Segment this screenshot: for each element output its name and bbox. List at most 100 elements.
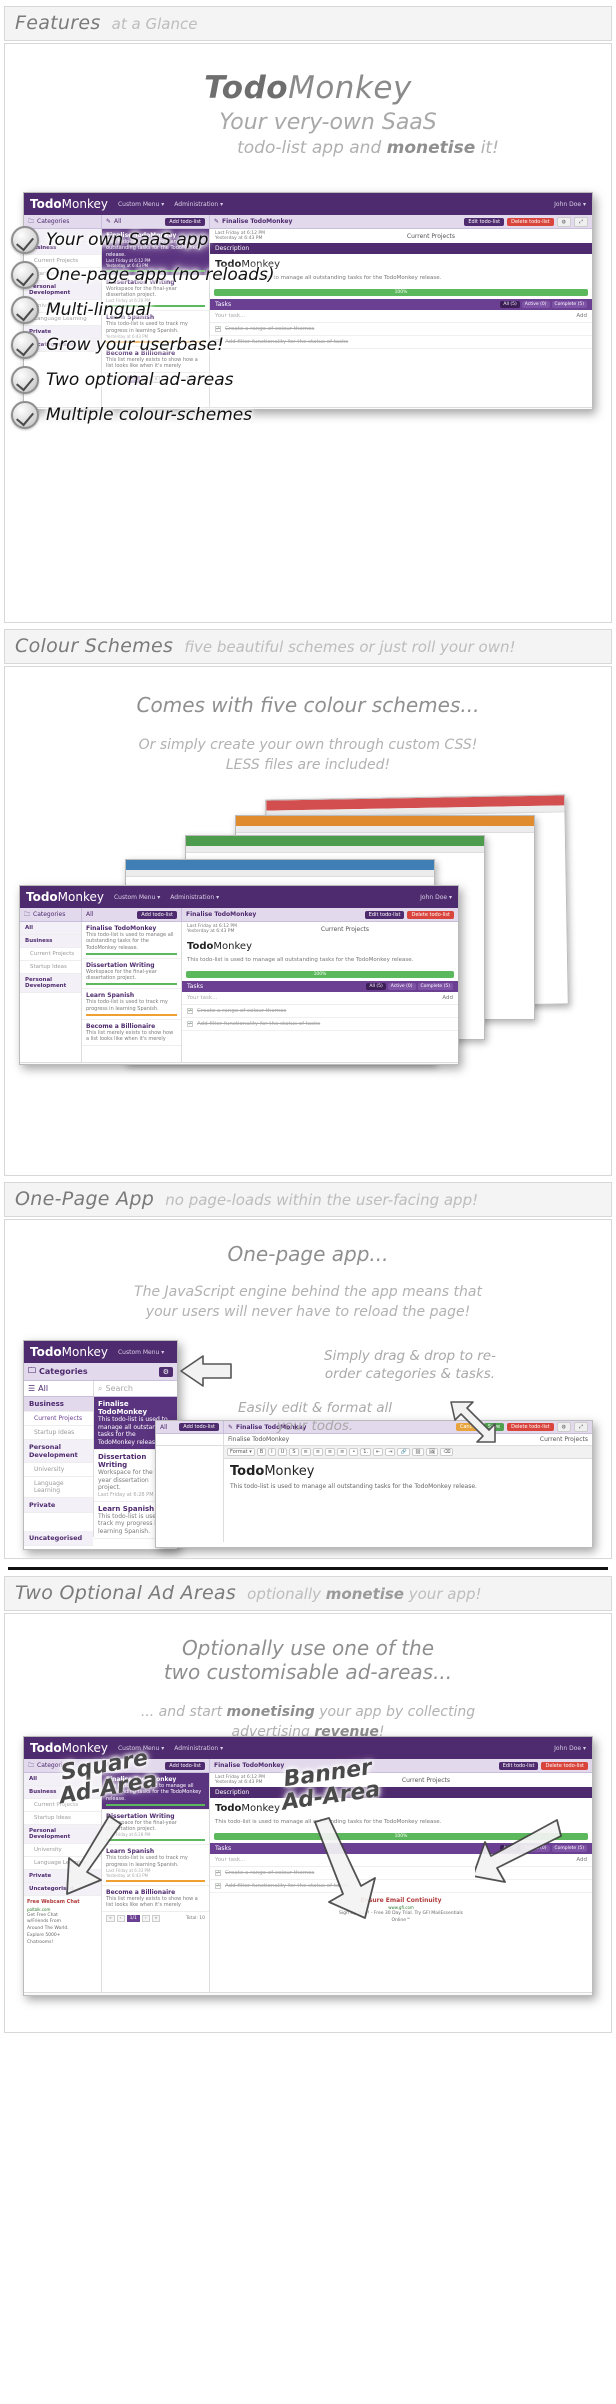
globe-icon-button[interactable]: ◍ xyxy=(556,216,571,227)
hero-tagline-2: todo-list app and monetise it! xyxy=(5,138,611,158)
task-add-button[interactable]: Add xyxy=(576,313,587,319)
align-left-button[interactable]: ≡ xyxy=(300,1448,311,1456)
task-checkbox[interactable]: ✓ xyxy=(215,1882,221,1889)
task-checkbox[interactable]: ✓ xyxy=(187,1020,193,1027)
align-center-button[interactable]: ≡ xyxy=(312,1448,323,1456)
nav-custom-menu[interactable]: Custom Menu ▾ xyxy=(118,201,164,208)
category-personal-development[interactable]: Personal Development xyxy=(24,1440,93,1463)
add-todo-list-button[interactable]: Add todo-list xyxy=(137,910,177,919)
filter-complete[interactable]: Complete (5) xyxy=(417,982,453,990)
subbar-all[interactable]: All Add todo-list xyxy=(82,908,182,921)
align-right-button[interactable]: ≡ xyxy=(324,1448,336,1456)
onepage-copy: One-page app... The JavaScript engine be… xyxy=(5,1220,611,1323)
delete-todo-list-button[interactable]: Delete todo-list xyxy=(507,1423,554,1431)
clear-format-button[interactable]: ⌫ xyxy=(440,1448,454,1456)
filter-complete[interactable]: Complete (5) xyxy=(551,300,587,308)
pager-current[interactable]: 1/1 xyxy=(126,1915,140,1923)
filter-all[interactable]: All (5) xyxy=(366,982,386,990)
subbar-categories[interactable]: 🗀 Categories ⚙ xyxy=(24,1363,177,1380)
bullet-list-button[interactable]: • xyxy=(349,1448,359,1456)
task-add-button[interactable]: Add xyxy=(442,995,453,1001)
category-uncategorised[interactable]: Uncategorised xyxy=(24,1531,93,1546)
italic-button[interactable]: I xyxy=(268,1448,276,1456)
task-checkbox[interactable]: ✓ xyxy=(215,1869,221,1876)
folder-icon: 🗀 xyxy=(24,910,31,918)
filter-active[interactable]: Active (0) xyxy=(387,982,416,990)
app-screenshot-editor: All Add todo-list ✎ Finalise TodoMonkey … xyxy=(155,1420,593,1548)
editor-content[interactable]: TodoMonkey This todo-list is used to man… xyxy=(224,1459,592,1495)
category-all[interactable]: All xyxy=(20,922,81,935)
pager-last[interactable]: » xyxy=(151,1915,161,1923)
pager-prev[interactable]: ‹ xyxy=(116,1915,125,1923)
todo-item-spanish[interactable]: Learn Spanish This todo-list is used to … xyxy=(82,989,181,1020)
nav-administration[interactable]: Administration ▾ xyxy=(174,201,223,208)
edit-todo-list-button[interactable]: Edit todo-list xyxy=(498,1761,539,1770)
subbar-categories[interactable]: 🗀 Categories xyxy=(20,908,82,921)
nav-custom-menu[interactable]: Custom Menu ▾ xyxy=(114,894,160,901)
task-row[interactable]: ✓ Create a range of colour themes xyxy=(182,1005,458,1018)
category-business[interactable]: Business xyxy=(24,1397,93,1412)
delete-todo-list-button[interactable]: Delete todo-list xyxy=(541,1761,588,1770)
banner-ad-line1: Sign Up Now! - Free 30 Day Trial. Try GF… xyxy=(339,1910,463,1916)
detail-category: Current Projects xyxy=(401,1776,451,1784)
task-checkbox[interactable]: ✓ xyxy=(187,1007,193,1014)
subbar-all-label: All xyxy=(114,218,122,225)
nav-administration[interactable]: Administration ▾ xyxy=(174,1745,223,1752)
gear-icon-button[interactable]: ⚙ xyxy=(158,1366,173,1377)
pager-next[interactable]: › xyxy=(141,1915,150,1923)
task-add-button[interactable]: Add xyxy=(576,1857,587,1863)
colours-copy: Comes with five colour schemes... Or sim… xyxy=(5,667,611,776)
todo-list-column: Finalise TodoMonkey This todo-list is us… xyxy=(82,922,182,1062)
task-input-row[interactable]: Your task... Add xyxy=(182,992,458,1005)
category-startup-ideas[interactable]: Startup Ideas xyxy=(20,961,81,974)
category-current-projects[interactable]: Current Projects xyxy=(24,1412,93,1426)
category-language-learning[interactable]: Language Learning xyxy=(24,1477,93,1498)
nav-user-menu[interactable]: John Doe ▾ xyxy=(554,201,586,208)
search-field[interactable]: ⌕ Search xyxy=(94,1381,177,1396)
delete-todo-list-button[interactable]: Delete todo-list xyxy=(507,217,554,226)
todo-item-finalise[interactable]: Finalise TodoMonkey This todo-list is us… xyxy=(82,922,181,959)
nav-custom-menu[interactable]: Custom Menu ▾ xyxy=(118,1349,164,1356)
nav-user-menu[interactable]: John Doe ▾ xyxy=(420,894,452,901)
edit-todo-list-button[interactable]: Edit todo-list xyxy=(464,217,505,226)
todo-item-dissertation[interactable]: Dissertation Writing Workspace for the f… xyxy=(82,959,181,990)
numbered-list-button[interactable]: 1. xyxy=(360,1448,372,1456)
square-ad-title[interactable]: Free Webcam Chat xyxy=(27,1899,98,1907)
strike-button[interactable]: S xyxy=(289,1448,299,1456)
category-personal-development[interactable]: Personal Development xyxy=(20,974,81,993)
todo-item-billionaire[interactable]: Become a Billionaire This list merely ex… xyxy=(82,1020,181,1047)
format-dropdown[interactable]: Format ▾ xyxy=(227,1448,255,1456)
unlink-button[interactable]: ⛓ xyxy=(411,1448,425,1456)
link-button[interactable]: 🔗 xyxy=(397,1448,410,1456)
add-todo-list-button[interactable]: Add todo-list xyxy=(165,1761,205,1770)
edit-todo-list-button[interactable]: Edit todo-list xyxy=(364,910,405,919)
delete-todo-list-button[interactable]: Delete todo-list xyxy=(407,910,454,919)
globe-icon-button[interactable]: ◍ xyxy=(556,1422,571,1432)
detail-category: Current Projects xyxy=(320,925,370,933)
add-todo-list-button[interactable]: Add todo-list xyxy=(165,217,205,226)
category-current-projects[interactable]: Current Projects xyxy=(20,948,81,961)
filter-active[interactable]: Active (0) xyxy=(521,300,550,308)
category-startup-ideas[interactable]: Startup Ideas xyxy=(24,1426,93,1440)
square-ad-area[interactable]: Free Webcam Chat paltalk.com Get Free Ch… xyxy=(24,1896,101,1949)
pager-first[interactable]: « xyxy=(106,1915,115,1923)
subbar-all[interactable]: ☰ All xyxy=(24,1381,94,1396)
tasks-header-label: Tasks xyxy=(215,1844,232,1852)
align-justify-button[interactable]: ≡ xyxy=(337,1448,348,1456)
image-button[interactable]: 🖼 xyxy=(426,1448,439,1456)
nav-administration[interactable]: Administration ▾ xyxy=(170,894,219,901)
expand-icon-button[interactable]: ⤢ xyxy=(573,1422,588,1432)
expand-icon-button[interactable]: ⤢ xyxy=(573,216,588,227)
subbar-all-label: All xyxy=(160,1423,168,1431)
underline-button[interactable]: U xyxy=(277,1448,288,1456)
category-university[interactable]: University xyxy=(24,1463,93,1477)
category-business[interactable]: Business xyxy=(20,935,81,948)
category-private[interactable]: Private xyxy=(24,1498,93,1513)
filter-all[interactable]: All (5) xyxy=(500,300,520,308)
bold-button[interactable]: B xyxy=(256,1448,267,1456)
nav-user-menu[interactable]: John Doe ▾ xyxy=(554,1745,586,1752)
indent-button[interactable]: ⇥ xyxy=(385,1448,396,1456)
folder-icon: 🗀 xyxy=(28,1761,35,1769)
outdent-button[interactable]: ⇤ xyxy=(373,1448,384,1456)
task-row[interactable]: ✓ Add filter functionality for the statu… xyxy=(182,1018,458,1031)
